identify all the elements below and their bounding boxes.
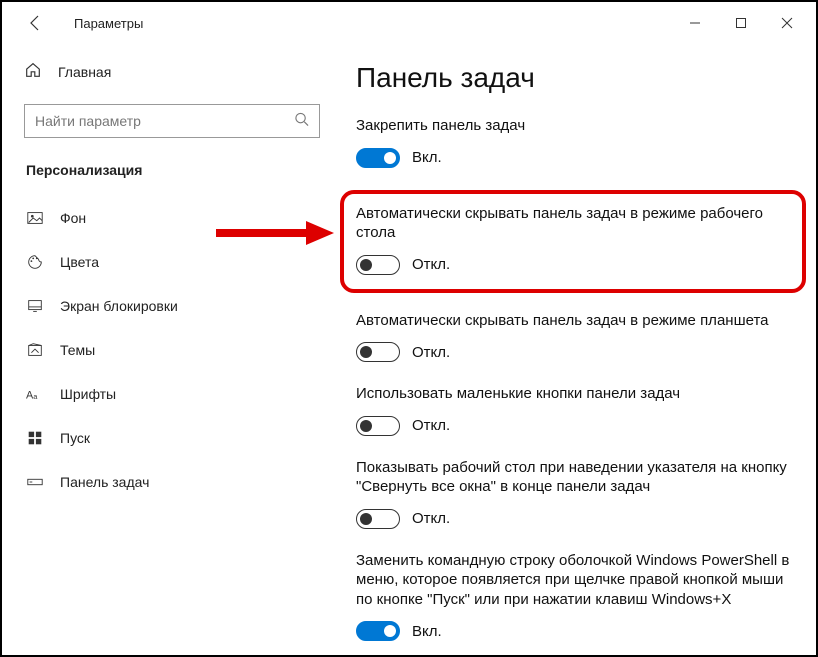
sidebar-item-label: Панель задач [60, 474, 149, 490]
sidebar-item-taskbar[interactable]: Панель задач [24, 460, 307, 504]
search-icon [294, 112, 309, 131]
setting-label: Автоматически скрывать панель задач в ре… [356, 204, 790, 243]
picture-icon [26, 209, 44, 227]
toggle-autohide-desktop[interactable] [356, 255, 400, 275]
setting-small-buttons: Использовать маленькие кнопки панели зад… [356, 384, 790, 436]
setting-label: Закрепить панель задач [356, 116, 790, 136]
toggle-state: Вкл. [412, 623, 442, 640]
sidebar-item-label: Темы [60, 342, 95, 358]
start-icon [26, 429, 44, 447]
setting-label: Использовать маленькие кнопки панели зад… [356, 384, 790, 404]
toggle-state: Откл. [412, 417, 450, 434]
window-title: Параметры [74, 16, 143, 31]
toggle-peek-desktop[interactable] [356, 509, 400, 529]
sidebar-item-lockscreen[interactable]: Экран блокировки [24, 284, 307, 328]
setting-autohide-tablet: Автоматически скрывать панель задач в ре… [356, 311, 790, 363]
back-button[interactable] [20, 8, 50, 38]
toggle-powershell[interactable] [356, 621, 400, 641]
sidebar-item-themes[interactable]: Темы [24, 328, 307, 372]
setting-label: Заменить командную строку оболочкой Wind… [356, 551, 790, 610]
setting-peek-desktop: Показывать рабочий стол при наведении ук… [356, 458, 790, 529]
search-input[interactable] [25, 105, 319, 137]
toggle-lock-taskbar[interactable] [356, 148, 400, 168]
close-button[interactable] [764, 7, 810, 39]
toggle-small-buttons[interactable] [356, 416, 400, 436]
sidebar-home-label: Главная [58, 64, 111, 80]
sidebar-item-label: Пуск [60, 430, 90, 446]
sidebar-section: Персонализация [24, 162, 307, 178]
sidebar-item-colors[interactable]: Цвета [24, 240, 307, 284]
home-icon [24, 61, 42, 84]
sidebar-home[interactable]: Главная [24, 52, 307, 92]
toggle-autohide-tablet[interactable] [356, 342, 400, 362]
content: Панель задач Закрепить панель задач Вкл.… [322, 44, 816, 655]
setting-lock-taskbar: Закрепить панель задач Вкл. [356, 116, 790, 168]
highlight-box: Автоматически скрывать панель задач в ре… [340, 190, 806, 293]
sidebar: Главная Персонализация Фон Цвета [2, 44, 322, 655]
setting-label: Показывать рабочий стол при наведении ук… [356, 458, 790, 497]
toggle-state: Откл. [412, 510, 450, 527]
sidebar-item-label: Экран блокировки [60, 298, 178, 314]
page-title: Панель задач [356, 62, 790, 94]
setting-autohide-desktop: Автоматически скрывать панель задач в ре… [356, 204, 790, 275]
themes-icon [26, 341, 44, 359]
toggle-state: Откл. [412, 344, 450, 361]
palette-icon [26, 253, 44, 271]
maximize-button[interactable] [718, 7, 764, 39]
svg-text:Aₐ: Aₐ [26, 390, 38, 402]
toggle-state: Вкл. [412, 149, 442, 166]
sidebar-item-label: Цвета [60, 254, 99, 270]
lockscreen-icon [26, 297, 44, 315]
minimize-button[interactable] [672, 7, 718, 39]
search-box[interactable] [24, 104, 320, 138]
sidebar-item-start[interactable]: Пуск [24, 416, 307, 460]
sidebar-item-background[interactable]: Фон [24, 196, 307, 240]
taskbar-icon [26, 473, 44, 491]
titlebar: Параметры [2, 2, 816, 44]
fonts-icon: Aₐ [26, 385, 44, 403]
sidebar-item-label: Шрифты [60, 386, 116, 402]
setting-powershell: Заменить командную строку оболочкой Wind… [356, 551, 790, 642]
sidebar-item-label: Фон [60, 210, 86, 226]
setting-label: Автоматически скрывать панель задач в ре… [356, 311, 790, 331]
sidebar-item-fonts[interactable]: Aₐ Шрифты [24, 372, 307, 416]
toggle-state: Откл. [412, 256, 450, 273]
